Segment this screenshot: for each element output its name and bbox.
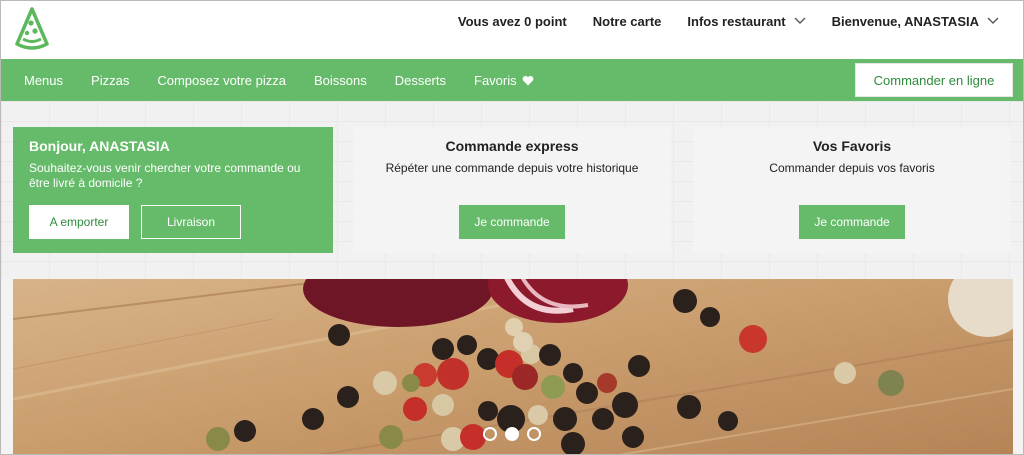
welcome-label: Bienvenue, ANASTASIA	[831, 13, 979, 29]
favorites-title: Vos Favoris	[812, 138, 892, 154]
express-order-button[interactable]: Je commande	[459, 205, 565, 239]
favorites-description: Commander depuis vos favoris	[769, 161, 935, 175]
page-frame: Vous avez 0 point Notre carte Infos rest…	[0, 0, 1024, 455]
top-navigation: Vous avez 0 point Notre carte Infos rest…	[458, 1, 999, 41]
carousel-dot-2[interactable]	[505, 427, 519, 441]
express-order-card: Commande express Répéter une commande de…	[353, 127, 671, 253]
greeting-description: Souhaitez-vous venir chercher votre comm…	[29, 161, 301, 190]
favorites-card: Vos Favoris Commander depuis vos favoris…	[693, 127, 1011, 253]
greeting-card: Bonjour, ANASTASIA Souhaitez-vous venir …	[13, 127, 333, 253]
nav-item-desserts[interactable]: Desserts	[395, 73, 446, 88]
account-dropdown[interactable]: Bienvenue, ANASTASIA	[832, 14, 999, 29]
express-description: Répéter une commande depuis votre histor…	[385, 161, 639, 175]
nav-item-pizzas[interactable]: Pizzas	[91, 73, 129, 88]
carousel-dot-1[interactable]	[483, 427, 497, 441]
express-title: Commande express	[445, 138, 579, 154]
notre-carte-link[interactable]: Notre carte	[593, 14, 662, 29]
top-bar: Vous avez 0 point Notre carte Infos rest…	[1, 1, 1023, 59]
infos-restaurant-label: Infos restaurant	[687, 13, 786, 29]
favorites-order-button[interactable]: Je commande	[799, 205, 905, 239]
pizza-logo-icon[interactable]	[14, 6, 50, 50]
points-link[interactable]: Vous avez 0 point	[458, 14, 567, 29]
delivery-button[interactable]: Livraison	[141, 205, 241, 239]
chevron-down-icon	[987, 17, 999, 24]
nav-item-menus[interactable]: Menus	[24, 73, 63, 88]
takeaway-button[interactable]: A emporter	[29, 205, 129, 239]
heart-icon	[522, 75, 533, 85]
carousel-indicators	[483, 427, 541, 441]
carousel-dot-3[interactable]	[527, 427, 541, 441]
nav-item-composez[interactable]: Composez votre pizza	[157, 73, 286, 88]
nav-item-favoris-label: Favoris	[474, 72, 517, 88]
order-online-button[interactable]: Commander en ligne	[855, 63, 1013, 97]
notre-carte-label: Notre carte	[592, 13, 662, 29]
chevron-down-icon	[794, 17, 806, 24]
greeting-title: Bonjour, ANASTASIA	[29, 138, 170, 154]
main-navigation: Menus Pizzas Composez votre pizza Boisso…	[1, 59, 1023, 101]
nav-item-favoris[interactable]: Favoris	[474, 73, 534, 88]
infos-restaurant-dropdown[interactable]: Infos restaurant	[687, 13, 806, 29]
points-label: Vous avez 0 point	[457, 13, 567, 29]
nav-item-boissons[interactable]: Boissons	[314, 73, 367, 88]
